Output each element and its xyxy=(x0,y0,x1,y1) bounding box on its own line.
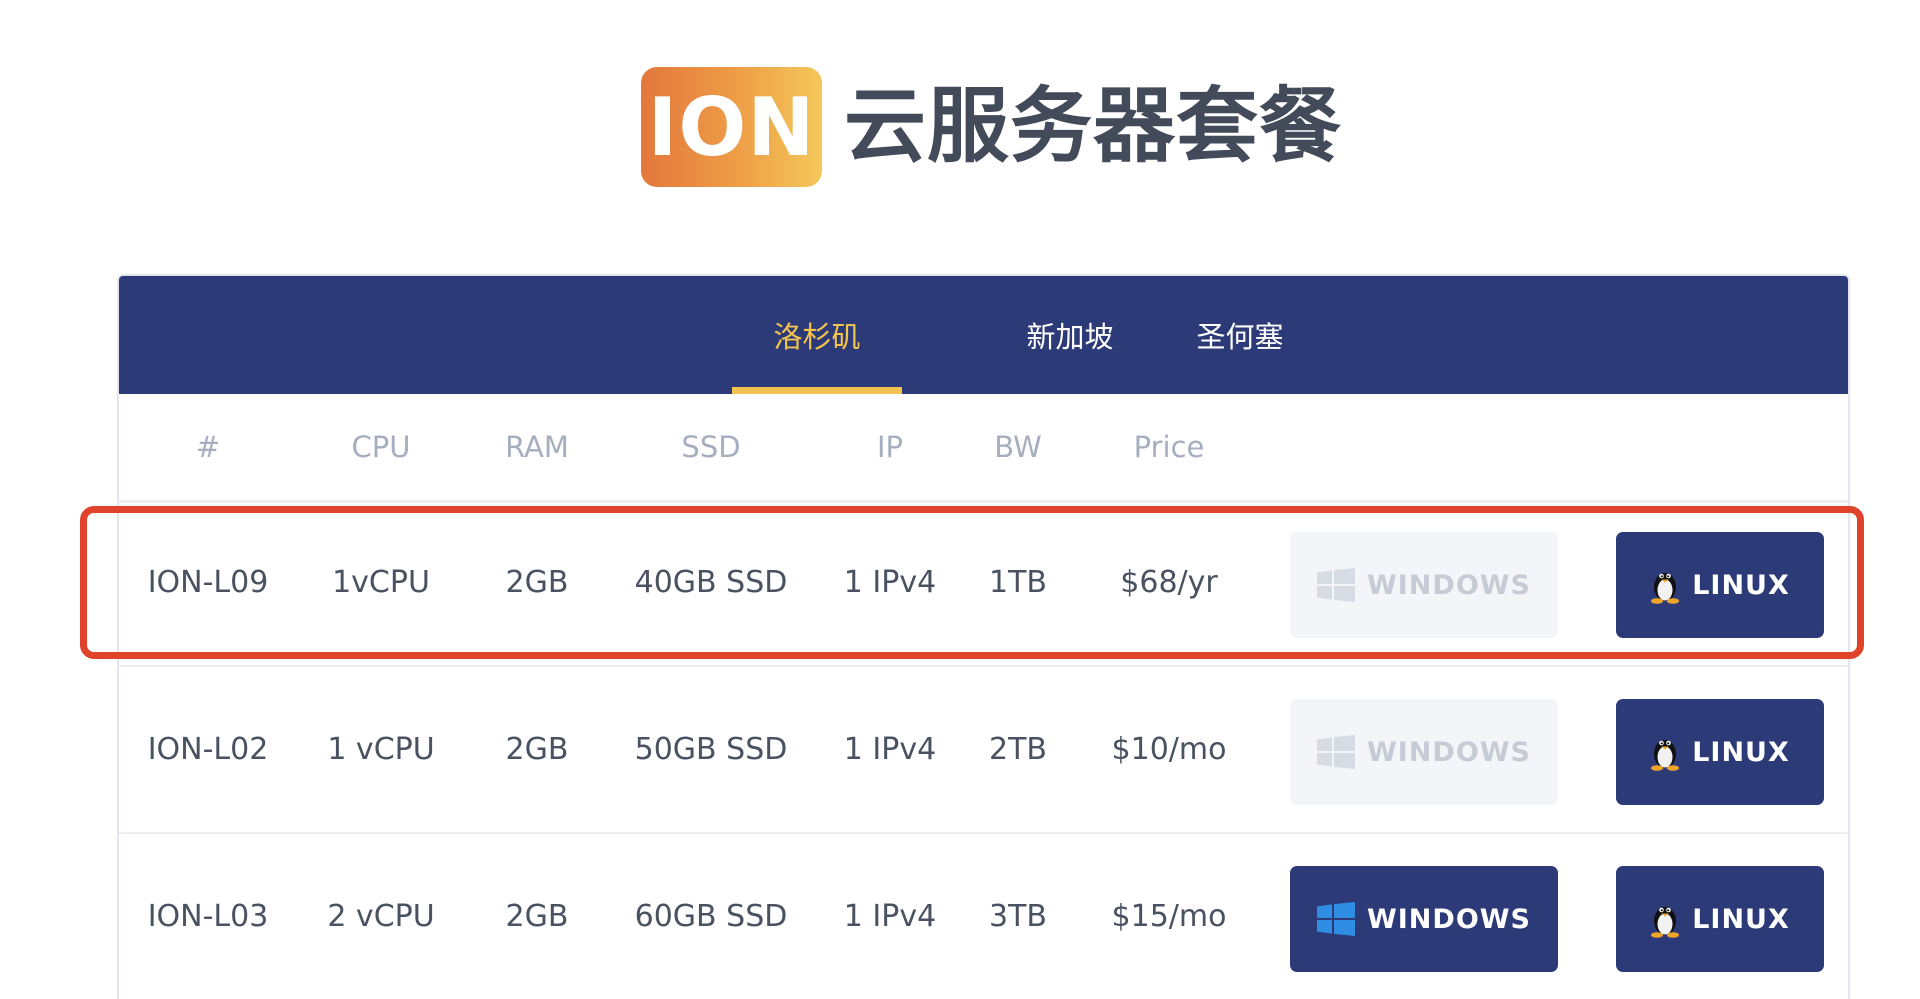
column-header-ram: RAM xyxy=(505,430,569,464)
plan-ram: 2GB xyxy=(505,565,569,600)
windows-button: WINDOWS xyxy=(1290,532,1558,638)
linux-button-label: LINUX xyxy=(1692,736,1790,768)
plan-cpu: 1 vCPU xyxy=(327,732,435,767)
table-row: ION-L03 2 vCPU 2GB 60GB SSD 1 IPv4 3TB $… xyxy=(119,834,1848,999)
windows-logo-icon xyxy=(1316,902,1355,936)
plan-bandwidth: 3TB xyxy=(989,899,1047,934)
plan-ram: 2GB xyxy=(505,899,569,934)
linux-button[interactable]: LINUX xyxy=(1616,532,1824,638)
plan-cpu: 2 vCPU xyxy=(327,899,435,934)
plan-ssd: 50GB SSD xyxy=(634,732,788,767)
windows-button: WINDOWS xyxy=(1290,699,1558,805)
plan-id: ION-L02 xyxy=(147,732,269,767)
windows-logo-icon xyxy=(1316,735,1355,769)
plan-ssd: 60GB SSD xyxy=(634,899,788,934)
plan-price: $10/mo xyxy=(1111,732,1227,767)
plan-id: ION-L09 xyxy=(147,565,269,600)
tab-los-angeles[interactable]: 洛杉矶 xyxy=(732,276,902,394)
plan-ip: 1 IPv4 xyxy=(843,565,937,600)
plan-price: $15/mo xyxy=(1111,899,1227,934)
column-header-ip: IP xyxy=(876,430,904,464)
windows-button-label: WINDOWS xyxy=(1366,736,1532,768)
ion-logo: ION xyxy=(641,67,822,187)
linux-button-label: LINUX xyxy=(1692,903,1790,935)
plan-ram: 2GB xyxy=(505,732,569,767)
linux-button[interactable]: LINUX xyxy=(1616,699,1824,805)
tux-penguin-icon xyxy=(1650,900,1680,938)
windows-button-label: WINDOWS xyxy=(1366,903,1532,935)
plan-cpu: 1vCPU xyxy=(332,565,430,600)
table-row: ION-L09 1vCPU 2GB 40GB SSD 1 IPv4 1TB $6… xyxy=(119,500,1848,667)
column-header-ssd: SSD xyxy=(681,430,741,464)
tab-singapore[interactable]: 新加坡 xyxy=(1015,276,1125,394)
location-tabs: 洛杉矶 新加坡 圣何塞 xyxy=(119,276,1848,394)
plans-table-card: 洛杉矶 新加坡 圣何塞 # CPU RAM SSD IP BW Price IO… xyxy=(117,274,1850,999)
windows-logo-icon xyxy=(1316,568,1355,602)
linux-button[interactable]: LINUX xyxy=(1616,866,1824,972)
plan-bandwidth: 1TB xyxy=(989,565,1047,600)
page-title: 云服务器套餐 xyxy=(844,79,1343,174)
page: ION 云服务器套餐 洛杉矶 新加坡 圣何塞 # CPU RAM SSD IP … xyxy=(0,0,1920,999)
page-header: ION 云服务器套餐 xyxy=(641,67,1342,187)
plan-price: $68/yr xyxy=(1120,565,1218,600)
plan-ssd: 40GB SSD xyxy=(634,565,788,600)
column-header-price: Price xyxy=(1133,430,1205,464)
tux-penguin-icon xyxy=(1650,733,1680,771)
windows-button-label: WINDOWS xyxy=(1366,569,1532,601)
column-header-id: # xyxy=(195,430,221,464)
tab-san-jose[interactable]: 圣何塞 xyxy=(1185,276,1295,394)
linux-button-label: LINUX xyxy=(1692,569,1790,601)
table-header: # CPU RAM SSD IP BW Price xyxy=(119,394,1848,503)
plan-bandwidth: 2TB xyxy=(989,732,1047,767)
column-header-bw: BW xyxy=(994,430,1042,464)
tux-penguin-icon xyxy=(1650,566,1680,604)
windows-button[interactable]: WINDOWS xyxy=(1290,866,1558,972)
plan-ip: 1 IPv4 xyxy=(843,899,937,934)
table-row: ION-L02 1 vCPU 2GB 50GB SSD 1 IPv4 2TB $… xyxy=(119,667,1848,834)
plan-id: ION-L03 xyxy=(147,899,269,934)
plan-ip: 1 IPv4 xyxy=(843,732,937,767)
column-header-cpu: CPU xyxy=(351,430,411,464)
